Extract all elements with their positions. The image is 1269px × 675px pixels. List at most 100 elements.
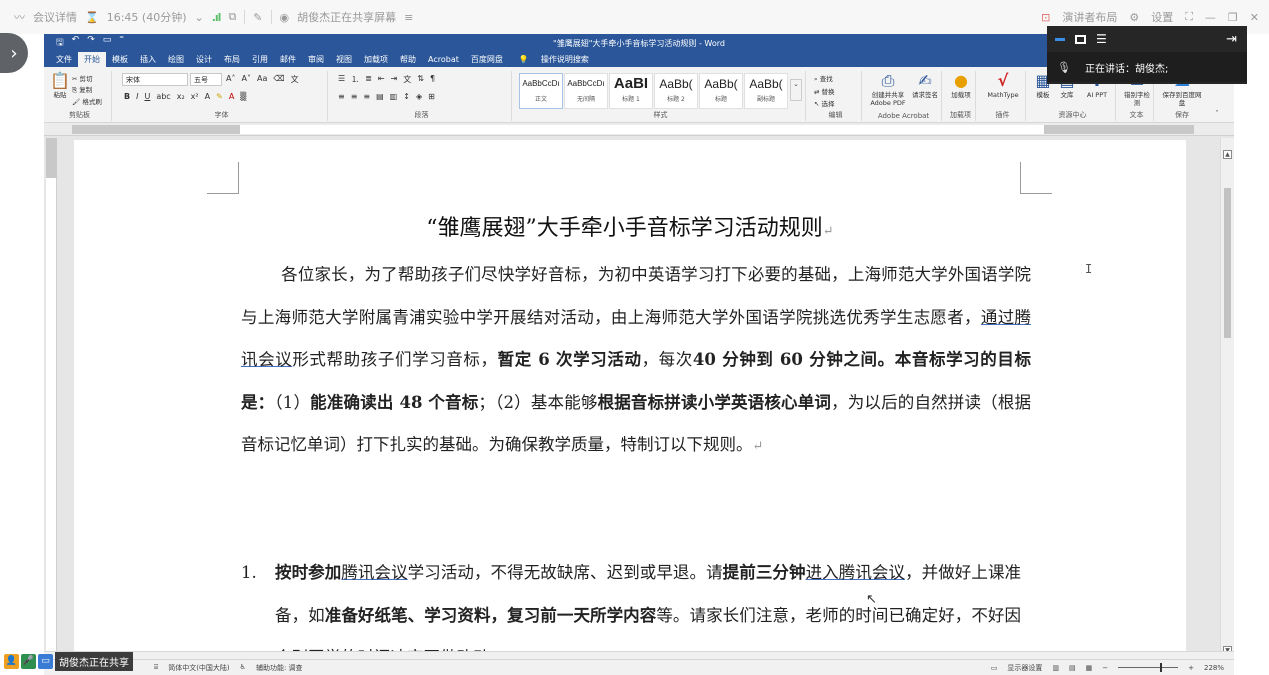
- meeting-details-link[interactable]: 会议详情: [33, 9, 77, 25]
- paste-button[interactable]: 📋 粘贴: [50, 71, 70, 99]
- justify-icon[interactable]: ▤: [376, 92, 384, 101]
- chinese-layout-icon[interactable]: 文: [403, 74, 411, 85]
- annotation-icon[interactable]: ✎: [253, 11, 262, 24]
- subscript-icon[interactable]: x₂: [177, 92, 185, 101]
- tab-baidu-netdisk[interactable]: 百度网盘: [465, 52, 509, 67]
- distributed-icon[interactable]: ▥: [390, 92, 398, 101]
- bold-icon[interactable]: B: [124, 92, 130, 101]
- zoom-slider[interactable]: [1118, 663, 1179, 672]
- scroll-up-icon[interactable]: ▲: [1223, 150, 1232, 159]
- language-status[interactable]: 简体中文(中国大陆): [168, 663, 229, 673]
- scroll-thumb[interactable]: [1224, 188, 1231, 338]
- create-share-pdf-button[interactable]: ⎙ 创建并共享 Adobe PDF: [868, 71, 908, 107]
- tab-template[interactable]: 模板: [106, 52, 134, 67]
- window-mode-icon[interactable]: [1075, 34, 1086, 44]
- grow-font-icon[interactable]: A˄: [226, 74, 235, 85]
- superscript-icon[interactable]: x²: [191, 92, 199, 101]
- request-signature-button[interactable]: ✍ 请求签名: [910, 71, 940, 99]
- font-name-select[interactable]: 宋体: [122, 73, 188, 86]
- tab-layout[interactable]: 布局: [218, 52, 246, 67]
- select-button[interactable]: ↖ 选择: [814, 98, 835, 108]
- zoom-in-icon[interactable]: +: [1188, 664, 1194, 672]
- tab-home[interactable]: 开始: [78, 52, 106, 67]
- format-painter-button[interactable]: 🖌 格式刷: [72, 96, 102, 106]
- gear-icon[interactable]: ⚙: [1129, 11, 1139, 24]
- tab-review[interactable]: 审阅: [302, 52, 330, 67]
- increase-indent-icon[interactable]: ⇥: [391, 74, 398, 85]
- tab-mailings[interactable]: 邮件: [274, 52, 302, 67]
- layout-button[interactable]: 演讲者布局: [1062, 9, 1117, 25]
- tab-view[interactable]: 视图: [330, 52, 358, 67]
- copy-button[interactable]: ⎘ 复制: [72, 84, 102, 95]
- style-no-spacing[interactable]: AaBbCcDı 无间隔: [564, 73, 608, 109]
- list-view-icon[interactable]: ☰: [1096, 32, 1107, 46]
- web-layout-icon[interactable]: ▦: [1086, 664, 1093, 672]
- replace-button[interactable]: ⇄ 替换: [814, 86, 835, 96]
- tell-me-search[interactable]: 操作说明搜索: [535, 52, 595, 67]
- vertical-scrollbar[interactable]: ▲ ▼: [1220, 138, 1234, 658]
- align-right-icon[interactable]: ≡: [363, 92, 370, 101]
- highlight-icon[interactable]: ✎: [216, 92, 223, 101]
- sharing-badge[interactable]: 👤 🎤 ▭ 胡俊杰正在共享: [4, 651, 133, 671]
- minimize-icon[interactable]: —: [1205, 11, 1216, 24]
- layout-icon[interactable]: ⊡: [1041, 11, 1050, 24]
- font-color-icon[interactable]: A: [229, 92, 234, 101]
- zoom-out-icon[interactable]: −: [1102, 664, 1108, 672]
- expand-panel-button[interactable]: ›: [0, 33, 28, 73]
- char-shading-icon[interactable]: ▒: [240, 92, 246, 101]
- vertical-ruler[interactable]: [46, 138, 57, 658]
- tab-acrobat[interactable]: Acrobat: [422, 53, 465, 66]
- addins-button[interactable]: ● 加载项: [948, 71, 974, 99]
- borders-icon[interactable]: ⊞: [428, 92, 435, 101]
- minimize-panel-icon[interactable]: [1055, 37, 1065, 41]
- fullscreen-icon[interactable]: ⛶: [1185, 10, 1193, 24]
- line-spacing-icon[interactable]: ↕: [403, 92, 410, 101]
- numbering-icon[interactable]: ⒈: [351, 74, 359, 85]
- find-button[interactable]: ⌕ 查找: [814, 73, 835, 84]
- horizontal-ruler[interactable]: [44, 123, 1234, 136]
- tab-addins[interactable]: 加载项: [358, 52, 394, 67]
- document-heading[interactable]: “雏鹰展翅”大手牵小手音标学习活动规则↵: [74, 210, 1186, 242]
- shrink-font-icon[interactable]: A˅: [241, 74, 250, 85]
- strikethrough-icon[interactable]: abc: [156, 92, 170, 101]
- text-effects-icon[interactable]: A: [205, 92, 210, 101]
- tab-insert[interactable]: 插入: [134, 52, 162, 67]
- accessibility-status[interactable]: 辅助功能: 调查: [256, 663, 303, 673]
- display-settings-button[interactable]: 显示器设置: [1007, 663, 1042, 673]
- show-marks-icon[interactable]: ¶: [430, 74, 435, 85]
- bullets-icon[interactable]: ☰: [338, 74, 345, 85]
- collapse-ribbon-icon[interactable]: ˄: [1212, 109, 1222, 117]
- clear-format-icon[interactable]: ⌫: [273, 74, 284, 85]
- cut-button[interactable]: ✂ 剪切: [72, 73, 102, 83]
- tab-design[interactable]: 设计: [190, 52, 218, 67]
- phonetic-guide-icon[interactable]: 文: [291, 74, 299, 85]
- underline-icon[interactable]: U: [144, 92, 150, 101]
- style-normal[interactable]: AaBbCcDı 正文: [519, 73, 563, 109]
- meeting-time[interactable]: 16:45 (40分钟): [107, 9, 187, 25]
- tab-draw[interactable]: 绘图: [162, 52, 190, 67]
- shading-icon[interactable]: ◈: [416, 92, 422, 101]
- change-case-icon[interactable]: Aa: [257, 74, 267, 85]
- document-page[interactable]: “雏鹰展翅”大手牵小手音标学习活动规则↵ 各位家长，为了帮助孩子们尽快学好音标，…: [74, 140, 1186, 660]
- menu-icon[interactable]: ≡: [404, 11, 413, 24]
- chevron-down-icon[interactable]: ⌄: [194, 11, 203, 24]
- sort-icon[interactable]: ⇅: [417, 74, 424, 85]
- tab-references[interactable]: 引用: [246, 52, 274, 67]
- styles-more-button[interactable]: ⌄: [790, 79, 802, 101]
- style-heading-2[interactable]: AaBb( 标题 2: [654, 73, 698, 109]
- align-left-icon[interactable]: ≡: [338, 92, 345, 101]
- settings-button[interactable]: 设置: [1151, 9, 1173, 25]
- side-panel-icon[interactable]: ⇥: [1226, 32, 1237, 47]
- popout-icon[interactable]: ⧉: [228, 10, 236, 24]
- zoom-level[interactable]: 228%: [1204, 664, 1224, 672]
- italic-icon[interactable]: I: [136, 92, 138, 101]
- close-icon[interactable]: ✕: [1250, 11, 1259, 24]
- align-center-icon[interactable]: ≡: [351, 92, 358, 101]
- restore-icon[interactable]: ❐: [1228, 11, 1238, 24]
- horizontal-scrollbar[interactable]: [44, 651, 1234, 659]
- print-layout-icon[interactable]: ▤: [1069, 664, 1076, 672]
- read-mode-icon[interactable]: ▥: [1052, 664, 1059, 672]
- mathtype-button[interactable]: √ MathType: [982, 71, 1024, 99]
- font-size-select[interactable]: 五号: [190, 73, 222, 86]
- intro-paragraph[interactable]: 各位家长，为了帮助孩子们尽快学好音标，为初中英语学习打下必要的基础，上海师范大学…: [241, 254, 1031, 469]
